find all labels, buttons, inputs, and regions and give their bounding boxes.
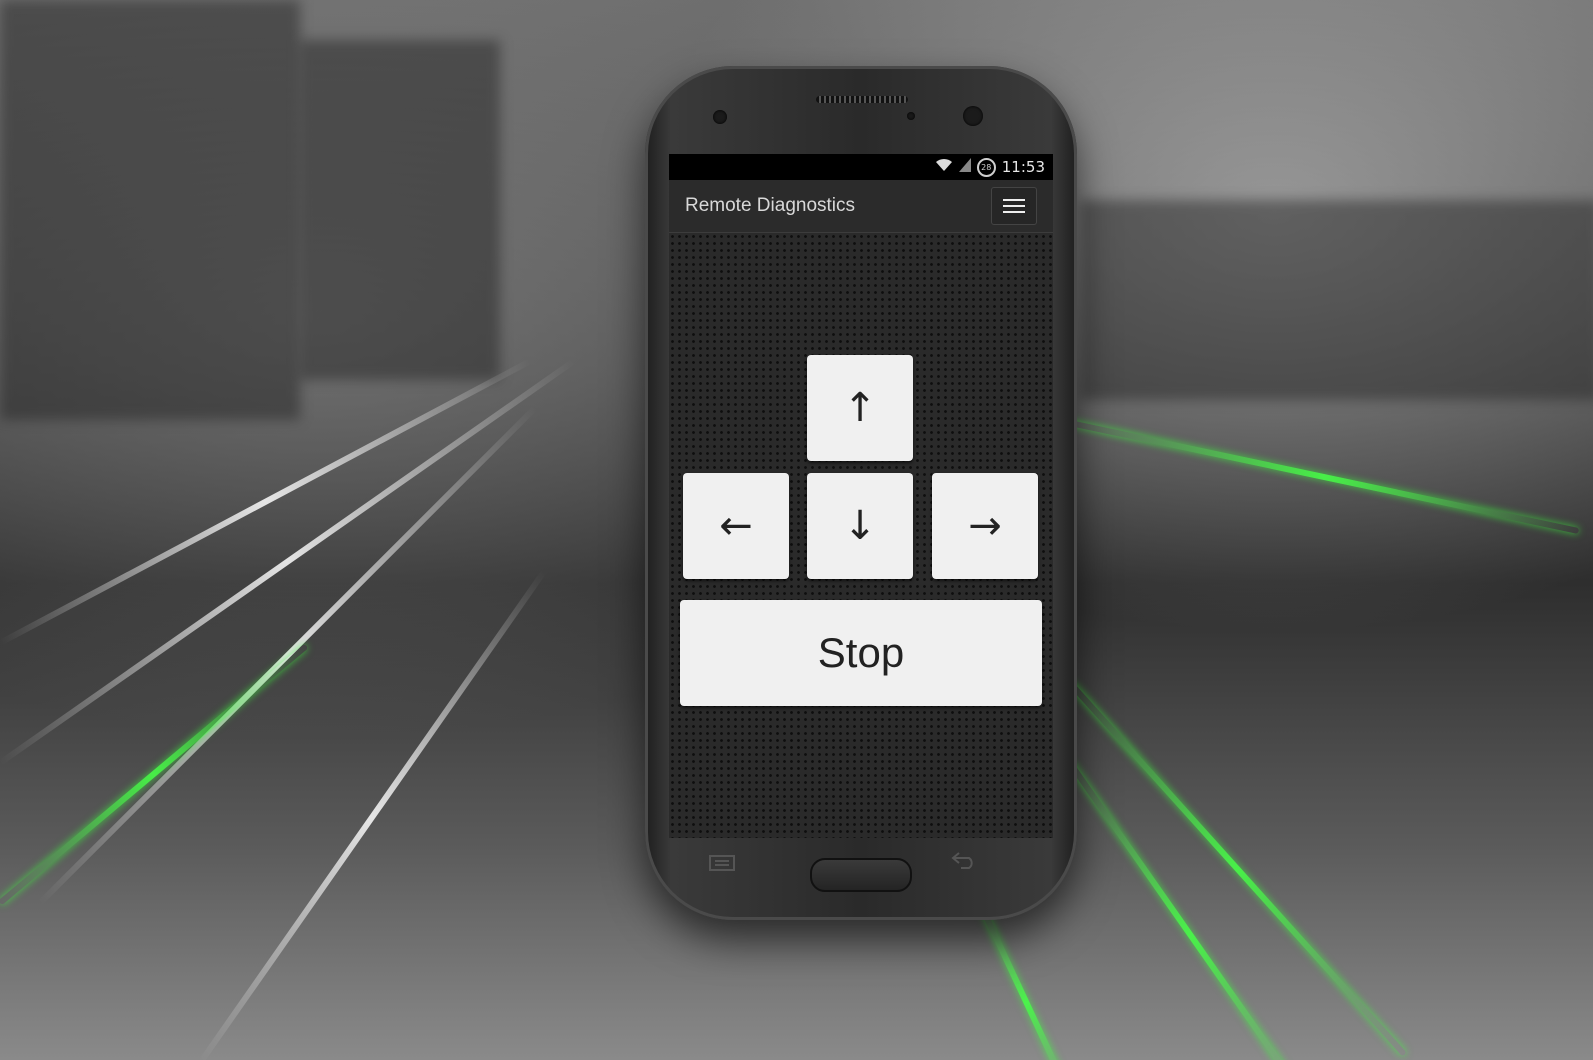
wifi-icon	[935, 158, 953, 176]
signal-icon	[958, 158, 971, 176]
light-streak	[37, 405, 538, 906]
left-arrow-button[interactable]: ←	[683, 473, 789, 579]
light-streak	[977, 901, 1076, 1060]
battery-icon: 28	[976, 157, 996, 177]
app-bar: Remote Diagnostics	[669, 180, 1053, 233]
right-arrow-button[interactable]: →	[932, 473, 1038, 579]
stop-button[interactable]: Stop	[680, 600, 1042, 706]
status-bar: 28 11:53	[669, 154, 1053, 180]
status-time: 11:53	[1001, 158, 1045, 176]
up-arrow-button[interactable]: ↑	[807, 355, 913, 461]
hamburger-menu-icon	[1003, 211, 1025, 213]
app-title: Remote Diagnostics	[685, 195, 856, 216]
proximity-sensor	[713, 110, 727, 124]
light-streak	[0, 643, 309, 906]
background-building	[1080, 200, 1593, 400]
background-building	[300, 40, 500, 380]
phone-screen: 28 11:53 Remote Diagnostics ↑ ← ↓ → Stop	[669, 154, 1053, 838]
home-button[interactable]	[810, 858, 912, 892]
hamburger-menu-button[interactable]	[991, 187, 1037, 225]
light-sensor	[907, 112, 915, 120]
hamburger-menu-icon	[1003, 205, 1025, 207]
menu-key-icon[interactable]	[709, 852, 735, 876]
earpiece	[816, 96, 908, 103]
front-camera	[963, 106, 983, 126]
down-arrow-button[interactable]: ↓	[807, 473, 913, 579]
phone-device: 28 11:53 Remote Diagnostics ↑ ← ↓ → Stop	[645, 66, 1077, 920]
light-streak	[1069, 420, 1580, 535]
background-scene: 28 11:53 Remote Diagnostics ↑ ← ↓ → Stop	[0, 0, 1593, 1060]
back-key-icon[interactable]	[951, 850, 977, 875]
light-streak	[0, 359, 576, 766]
hamburger-menu-icon	[1003, 199, 1025, 201]
control-panel: ↑ ← ↓ → Stop	[669, 233, 1053, 838]
light-streak	[197, 569, 547, 1060]
background-building	[0, 0, 300, 420]
